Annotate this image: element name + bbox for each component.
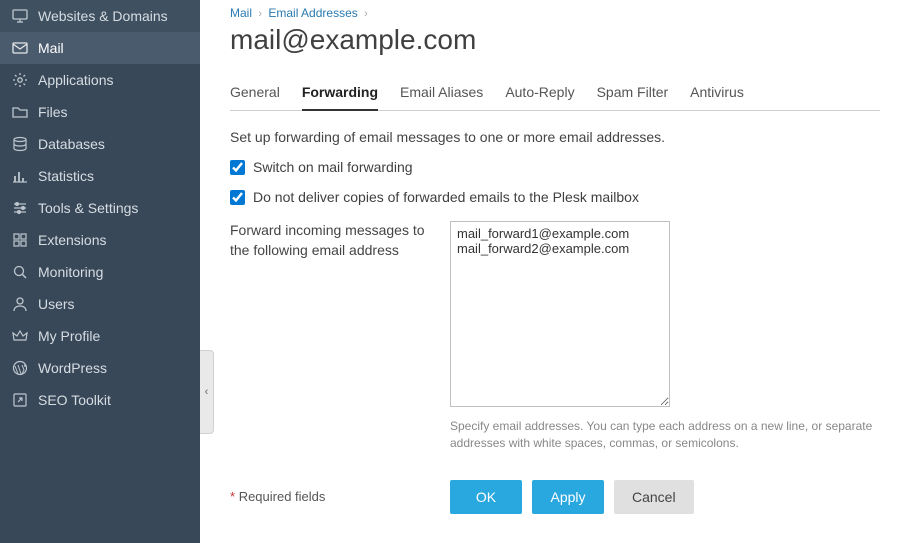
- forward-addresses-row: Forward incoming messages to the followi…: [230, 221, 880, 452]
- sidebar-item-tools-settings[interactable]: Tools & Settings: [0, 192, 200, 224]
- no-deliver-checkbox[interactable]: [230, 190, 245, 205]
- sidebar-item-label: My Profile: [38, 328, 100, 344]
- tab-general[interactable]: General: [230, 78, 280, 110]
- switch-forwarding-row: Switch on mail forwarding: [230, 159, 880, 175]
- sidebar-item-label: Databases: [38, 136, 105, 152]
- sidebar-item-extensions[interactable]: Extensions: [0, 224, 200, 256]
- tab-forwarding[interactable]: Forwarding: [302, 78, 378, 110]
- required-fields-note: * Required fields: [230, 489, 430, 504]
- sidebar-item-my-profile[interactable]: My Profile: [0, 320, 200, 352]
- sidebar-item-databases[interactable]: Databases: [0, 128, 200, 160]
- tab-spam-filter[interactable]: Spam Filter: [597, 78, 669, 110]
- wordpress-icon: [12, 360, 28, 376]
- required-asterisk: *: [230, 489, 235, 504]
- form-footer: * Required fields OK Apply Cancel: [230, 480, 880, 514]
- no-deliver-label[interactable]: Do not deliver copies of forwarded email…: [253, 189, 639, 205]
- sidebar-item-seo-toolkit[interactable]: SEO Toolkit: [0, 384, 200, 416]
- tabs: General Forwarding Email Aliases Auto-Re…: [230, 78, 880, 111]
- sidebar-item-label: Mail: [38, 40, 64, 56]
- switch-forwarding-checkbox[interactable]: [230, 160, 245, 175]
- sidebar-item-label: Tools & Settings: [38, 200, 138, 216]
- folder-icon: [12, 104, 28, 120]
- sidebar-item-applications[interactable]: Applications: [0, 64, 200, 96]
- monitor-icon: [12, 8, 28, 24]
- sidebar-item-users[interactable]: Users: [0, 288, 200, 320]
- sidebar-item-mail[interactable]: Mail: [0, 32, 200, 64]
- no-deliver-row: Do not deliver copies of forwarded email…: [230, 189, 880, 205]
- sidebar-item-label: Monitoring: [38, 264, 103, 280]
- user-icon: [12, 296, 28, 312]
- sidebar-collapse-handle[interactable]: ‹: [200, 350, 214, 434]
- sidebar-item-monitoring[interactable]: Monitoring: [0, 256, 200, 288]
- crown-icon: [12, 328, 28, 344]
- sidebar-item-label: Websites & Domains: [38, 8, 168, 24]
- sidebar-item-wordpress[interactable]: WordPress: [0, 352, 200, 384]
- sidebar-item-files[interactable]: Files: [0, 96, 200, 128]
- mail-icon: [12, 40, 28, 56]
- chevron-left-icon: ‹: [205, 386, 209, 398]
- page-title: mail@example.com: [230, 24, 880, 56]
- sidebar-item-statistics[interactable]: Statistics: [0, 160, 200, 192]
- cancel-button[interactable]: Cancel: [614, 480, 694, 514]
- forward-addresses-label: Forward incoming messages to the followi…: [230, 221, 430, 452]
- sidebar-item-label: Users: [38, 296, 75, 312]
- breadcrumb-link-mail[interactable]: Mail: [230, 6, 252, 20]
- required-label: Required fields: [239, 489, 326, 504]
- grid-icon: [12, 232, 28, 248]
- sidebar-item-label: Extensions: [38, 232, 106, 248]
- chart-icon: [12, 168, 28, 184]
- sidebar: Websites & Domains Mail Applications Fil…: [0, 0, 200, 543]
- gear-icon: [12, 72, 28, 88]
- apply-button[interactable]: Apply: [532, 480, 604, 514]
- sidebar-item-label: SEO Toolkit: [38, 392, 111, 408]
- switch-forwarding-label[interactable]: Switch on mail forwarding: [253, 159, 413, 175]
- breadcrumb-separator: ›: [364, 8, 368, 20]
- ok-button[interactable]: OK: [450, 480, 522, 514]
- forward-addresses-textarea[interactable]: [450, 221, 670, 407]
- button-group: OK Apply Cancel: [450, 480, 694, 514]
- tab-auto-reply[interactable]: Auto-Reply: [505, 78, 574, 110]
- breadcrumb: Mail › Email Addresses ›: [230, 6, 880, 20]
- sidebar-item-label: Files: [38, 104, 68, 120]
- sidebar-item-label: Applications: [38, 72, 114, 88]
- search-icon: [12, 264, 28, 280]
- description-text: Set up forwarding of email messages to o…: [230, 129, 880, 145]
- sidebar-item-label: Statistics: [38, 168, 94, 184]
- sliders-icon: [12, 200, 28, 216]
- main-content: ‹ Mail › Email Addresses › mail@example.…: [200, 0, 900, 543]
- sidebar-item-websites-domains[interactable]: Websites & Domains: [0, 0, 200, 32]
- tab-antivirus[interactable]: Antivirus: [690, 78, 744, 110]
- launch-icon: [12, 392, 28, 408]
- sidebar-item-label: WordPress: [38, 360, 107, 376]
- forward-addresses-hint: Specify email addresses. You can type ea…: [450, 418, 880, 452]
- breadcrumb-link-email-addresses[interactable]: Email Addresses: [268, 6, 357, 20]
- breadcrumb-separator: ›: [258, 8, 262, 20]
- database-icon: [12, 136, 28, 152]
- tab-email-aliases[interactable]: Email Aliases: [400, 78, 483, 110]
